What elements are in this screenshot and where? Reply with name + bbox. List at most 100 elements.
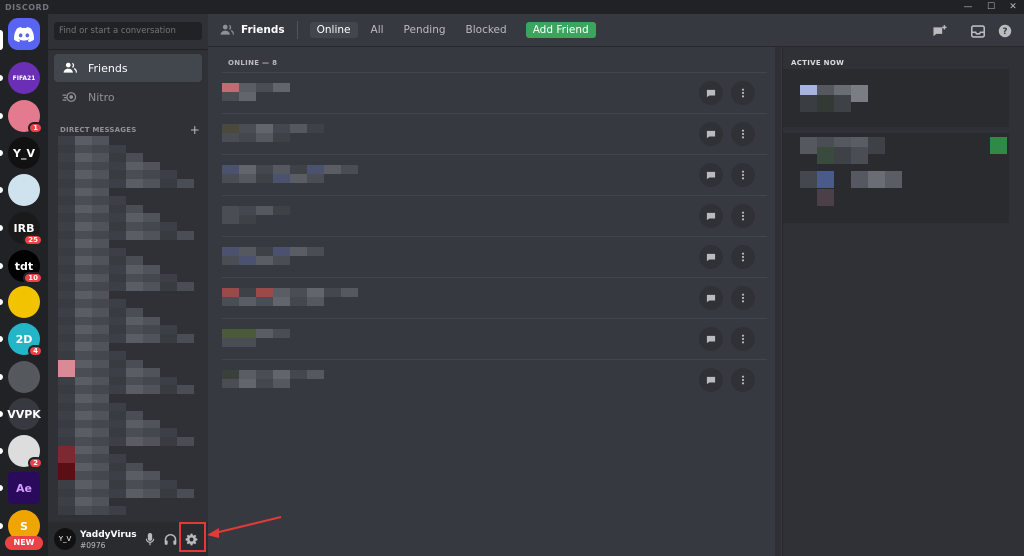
friends-scroll-track[interactable] <box>775 47 781 556</box>
redacted-pixel <box>143 488 160 498</box>
friend-row[interactable] <box>222 277 767 318</box>
more-options-button[interactable] <box>731 368 755 392</box>
more-options-button[interactable] <box>731 204 755 228</box>
redacted-pixel <box>307 174 324 183</box>
friend-row[interactable] <box>222 359 767 400</box>
sidebar-item-friends[interactable]: Friends <box>54 54 202 82</box>
friend-row[interactable] <box>222 195 767 236</box>
friend-row[interactable] <box>222 318 767 359</box>
redacted-pixel <box>222 338 239 347</box>
more-options-button[interactable] <box>731 245 755 269</box>
close-icon[interactable]: ✕ <box>1002 0 1024 14</box>
server-icon[interactable]: 1 <box>8 100 43 134</box>
sidebar-item-nitro[interactable]: Nitro <box>54 83 202 111</box>
server-icon[interactable] <box>8 286 40 318</box>
redacted-pixel <box>256 83 273 92</box>
microphone-icon <box>145 532 155 545</box>
inbox-button[interactable] <box>969 22 987 40</box>
redacted-pixel <box>222 370 239 379</box>
friend-row[interactable] <box>222 154 767 195</box>
more-options-button[interactable] <box>731 163 755 187</box>
avatar[interactable]: Y_V <box>54 528 76 550</box>
redacted-pixel <box>273 297 290 306</box>
redacted-pixel <box>222 329 239 338</box>
friend-row[interactable] <box>222 72 767 113</box>
home-button[interactable] <box>8 18 40 50</box>
mute-button[interactable] <box>142 531 158 547</box>
redacted-pixel <box>256 329 273 338</box>
friend-row[interactable] <box>222 236 767 277</box>
redacted-pixel <box>222 206 239 215</box>
message-friend-button[interactable] <box>699 163 723 187</box>
message-friend-button[interactable] <box>699 327 723 351</box>
page-title-text: Friends <box>241 24 285 36</box>
redacted-pixel <box>290 370 307 379</box>
more-options-button[interactable] <box>731 327 755 351</box>
more-options-button[interactable] <box>731 81 755 105</box>
friend-row[interactable] <box>222 113 767 154</box>
server-icon[interactable]: tdt 10 <box>8 250 43 284</box>
server-icon[interactable]: Ae <box>8 472 40 504</box>
server-icon[interactable] <box>8 361 40 393</box>
help-icon: ? <box>998 24 1012 38</box>
redacted-pixel <box>177 282 194 292</box>
redacted-pixel <box>273 206 290 215</box>
redacted-pixel <box>222 165 239 174</box>
create-dm-button[interactable]: + <box>190 123 200 137</box>
message-friend-button[interactable] <box>699 81 723 105</box>
message-friend-button[interactable] <box>699 368 723 392</box>
redacted-pixel <box>834 95 851 112</box>
redacted-pixel <box>222 83 239 92</box>
unread-pill <box>0 448 3 454</box>
search-input[interactable] <box>54 22 202 40</box>
message-friend-button[interactable] <box>699 286 723 310</box>
redacted-pixel <box>239 215 256 224</box>
redacted-pixel <box>109 505 126 515</box>
friends-wave-icon <box>220 24 234 36</box>
tab-all[interactable]: All <box>364 22 391 38</box>
maximize-icon[interactable]: ☐ <box>980 0 1002 14</box>
server-icon[interactable]: Y_V <box>8 137 40 169</box>
tab-online[interactable]: Online <box>309 22 358 38</box>
add-friend-button[interactable]: Add Friend <box>525 22 596 38</box>
server-icon[interactable]: 2D 4 <box>8 323 43 357</box>
active-now-label: ACTIVE NOW <box>791 59 845 67</box>
redacted-pixel <box>143 179 160 188</box>
minimize-icon[interactable]: — <box>957 0 979 14</box>
server-icon[interactable]: FIFA21 <box>8 62 40 94</box>
redacted-pixel <box>290 247 307 256</box>
tab-blocked[interactable]: Blocked <box>459 22 514 38</box>
help-button[interactable]: ? <box>996 22 1014 40</box>
server-icon[interactable]: IRB 25 <box>8 212 43 246</box>
redacted-pixel <box>222 133 239 142</box>
redacted-pixel <box>239 288 256 297</box>
message-friend-button[interactable] <box>699 204 723 228</box>
redacted-pixel <box>239 165 256 174</box>
redacted-pixel <box>177 230 194 240</box>
more-options-button[interactable] <box>731 286 755 310</box>
message-friend-button[interactable] <box>699 122 723 146</box>
redacted-pixel <box>143 230 160 240</box>
redacted-pixel <box>239 133 256 142</box>
server-icon[interactable]: VVPK <box>7 398 41 430</box>
server-icon-label: S <box>20 519 28 533</box>
new-group-dm-button[interactable] <box>931 22 949 40</box>
redacted-pixel <box>256 247 273 256</box>
deafen-button[interactable] <box>162 531 178 547</box>
more-options-button[interactable] <box>731 122 755 146</box>
redacted-pixel <box>239 329 256 338</box>
redacted-pixel <box>58 505 75 515</box>
tab-pending[interactable]: Pending <box>397 22 453 38</box>
more-vertical-icon <box>741 375 745 385</box>
redacted-pixel <box>109 230 126 240</box>
redacted-pixel <box>256 206 273 215</box>
message-friend-button[interactable] <box>699 245 723 269</box>
headphones-icon <box>164 534 176 545</box>
server-icon[interactable]: 2 <box>8 435 43 469</box>
unread-pill <box>0 75 3 81</box>
redacted-pixel <box>290 297 307 306</box>
redacted-pixel <box>324 165 341 174</box>
server-icon[interactable] <box>8 174 40 206</box>
redacted-pixel <box>126 488 143 498</box>
unread-pill <box>0 150 3 156</box>
